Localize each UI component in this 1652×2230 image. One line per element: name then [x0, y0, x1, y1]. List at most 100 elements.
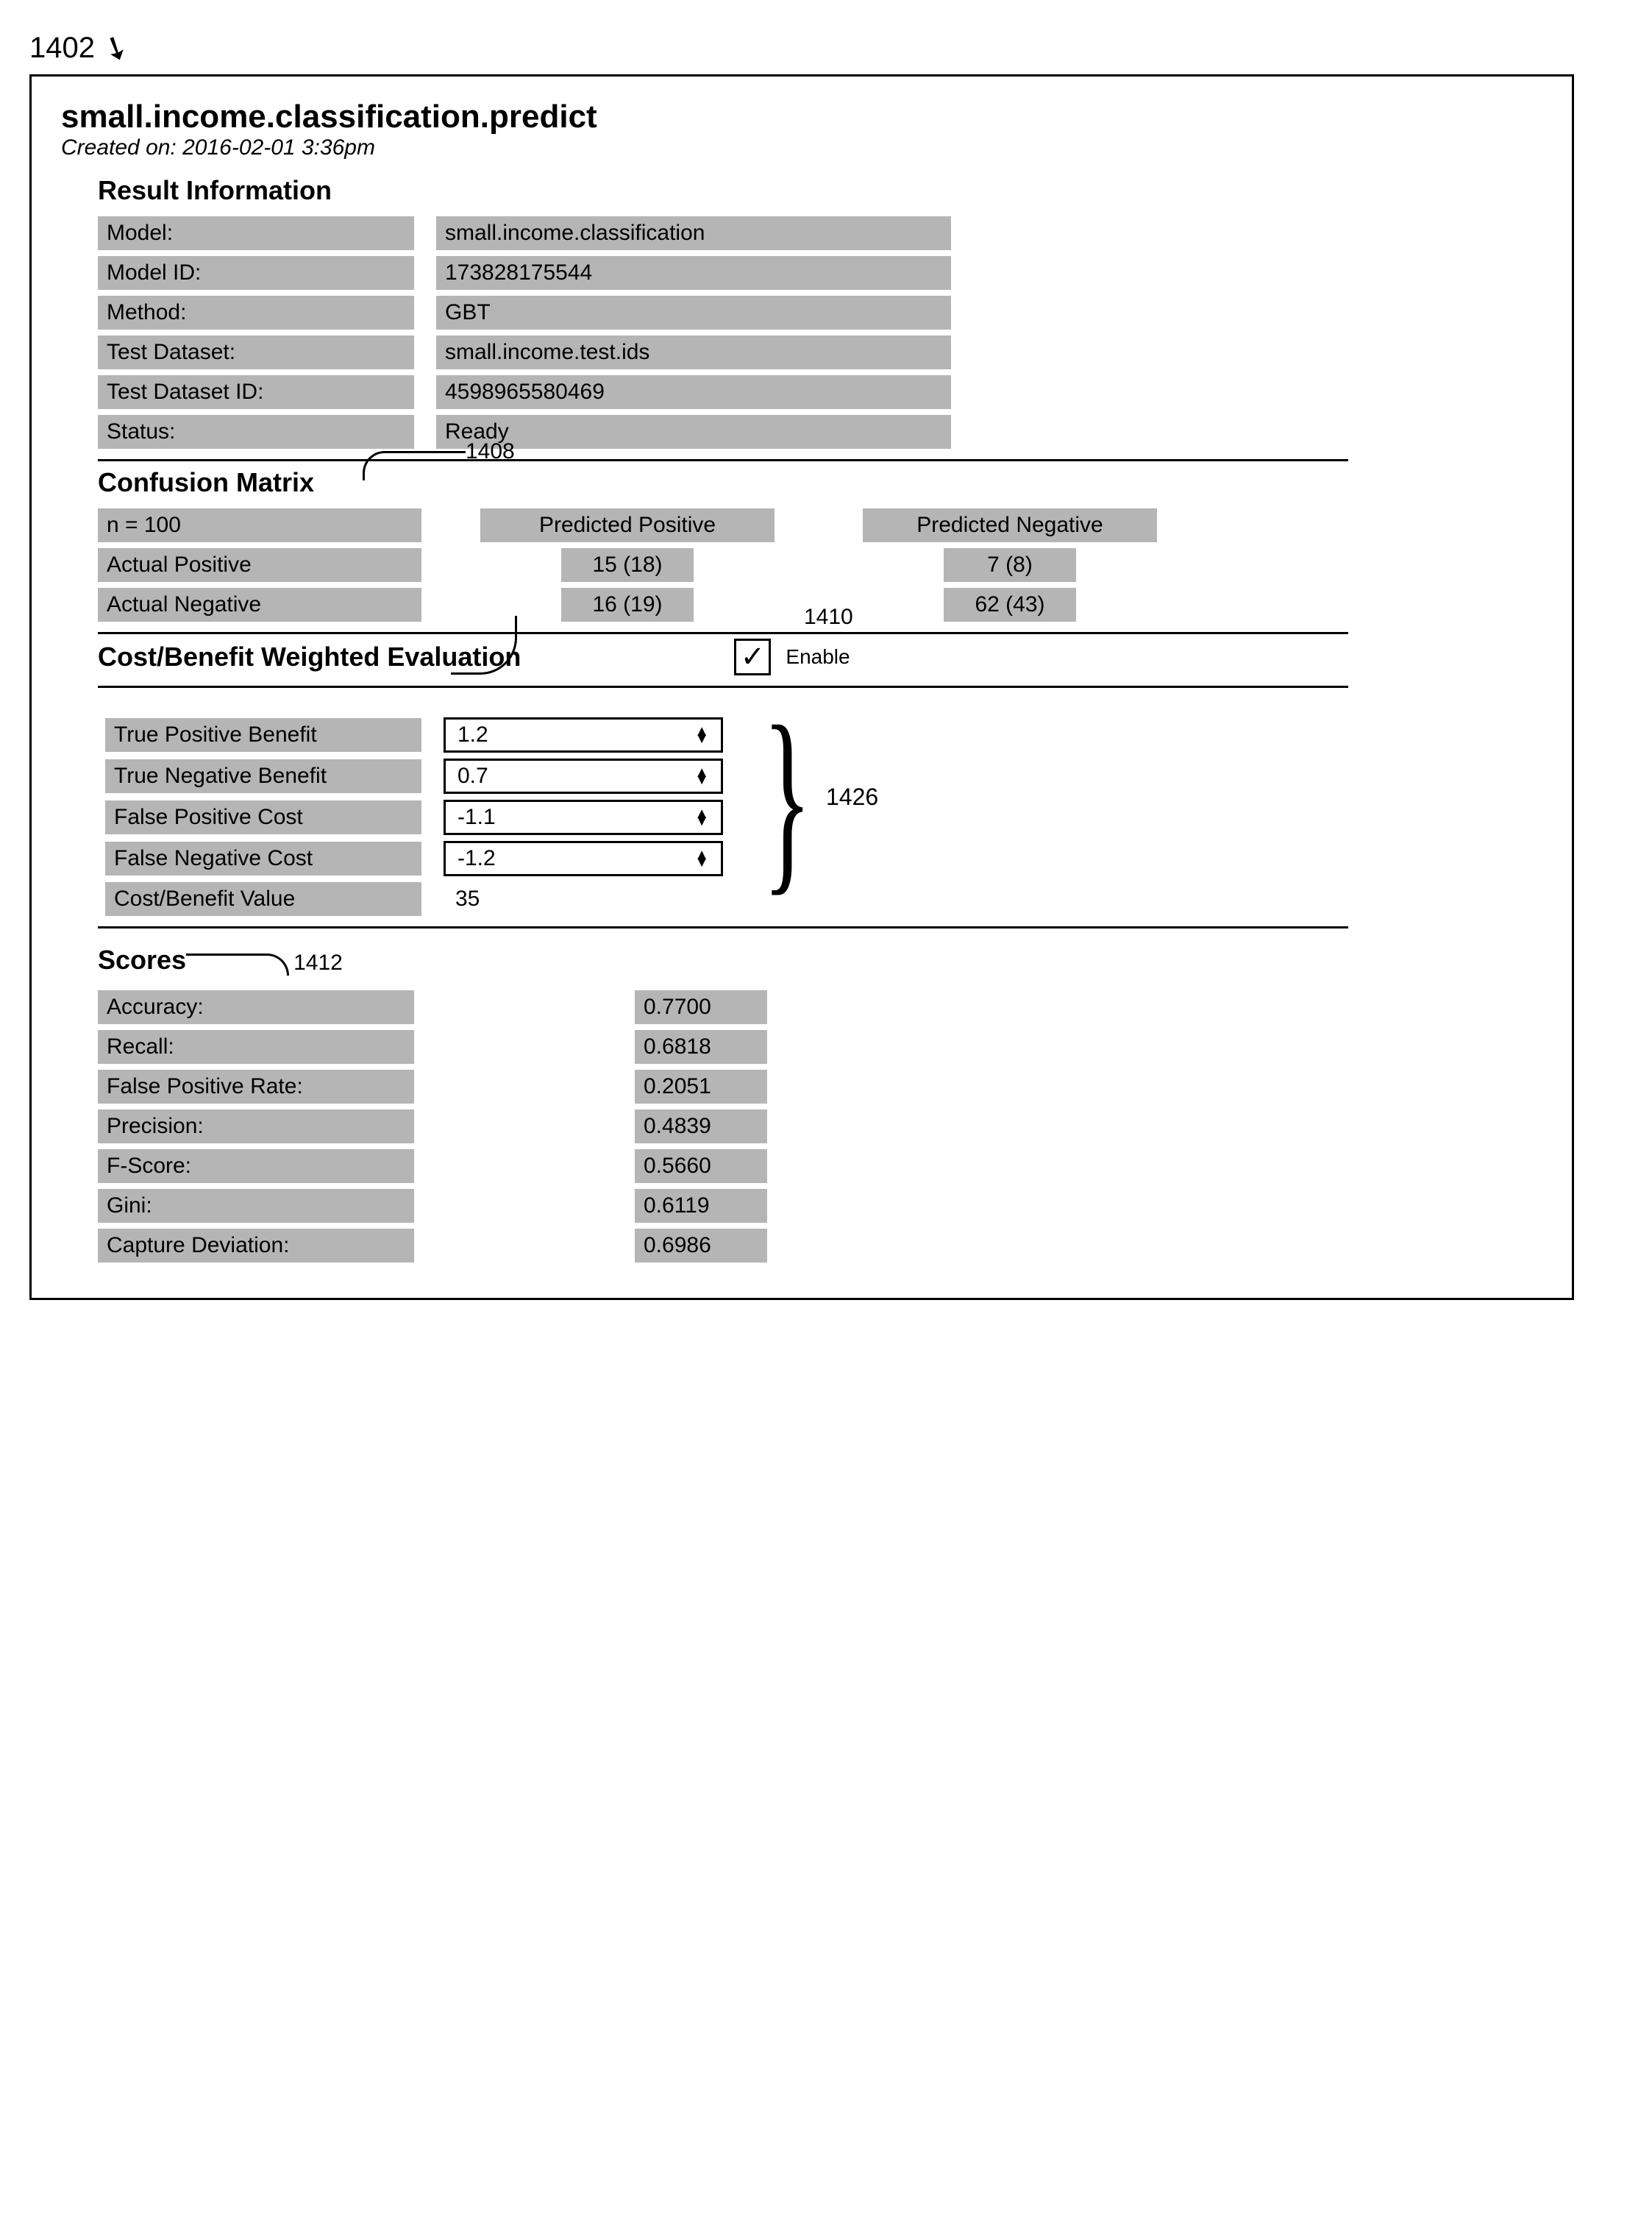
scores-title: Scores — [98, 945, 186, 976]
callout-line — [363, 451, 466, 480]
result-label: Model ID: — [98, 256, 414, 290]
fp-cost-stepper[interactable]: -1.1 ▲▼ — [444, 800, 723, 835]
score-value: 0.6119 — [635, 1189, 767, 1223]
created-value: 2016-02-01 3:36pm — [182, 135, 375, 160]
stepper-value: -1.1 — [457, 805, 496, 830]
cb-header: Cost/Benefit Weighted Evaluation ✓ Enabl… — [98, 639, 1542, 675]
cm-row-pos-label: Actual Positive — [98, 548, 421, 582]
figure-reference: 1402 ➘ — [29, 29, 1623, 67]
divider — [98, 686, 1348, 688]
cb-row-fp: False Positive Cost -1.1 ▲▼ — [105, 800, 1542, 835]
score-row-recall: Recall: 0.6818 — [98, 1030, 1542, 1064]
stepper-value: 0.7 — [457, 764, 488, 789]
cb-row-value: Cost/Benefit Value 35 — [105, 882, 1542, 916]
cm-tp: 15 (18) — [561, 548, 694, 582]
score-label: F-Score: — [98, 1149, 414, 1183]
score-row-fscore: F-Score: 0.5660 — [98, 1149, 1542, 1183]
cb-row-fn: False Negative Cost -1.2 ▲▼ — [105, 841, 1542, 876]
cm-header-row: n = 100 Predicted Positive Predicted Neg… — [98, 508, 1542, 542]
stepper-arrows-icon[interactable]: ▲▼ — [694, 851, 709, 866]
callout-1426: 1426 — [826, 784, 878, 811]
stepper-arrows-icon[interactable]: ▲▼ — [694, 769, 709, 784]
result-info-section: Result Information Model: small.income.c… — [98, 175, 1542, 461]
cost-benefit-section: Cost/Benefit Weighted Evaluation ✓ Enabl… — [98, 639, 1542, 928]
cb-label: False Negative Cost — [105, 842, 421, 876]
result-value: 173828175544 — [436, 256, 951, 290]
figure-ref-number: 1402 — [29, 32, 95, 65]
cb-inputs: } 1426 True Positive Benefit 1.2 ▲▼ True… — [98, 717, 1542, 916]
result-label: Status: — [98, 415, 414, 449]
result-row-model-id: Model ID: 173828175544 — [98, 256, 1542, 290]
cm-col-neg: Predicted Negative — [863, 508, 1157, 542]
result-row-method: Method: GBT — [98, 296, 1542, 330]
score-value: 0.4839 — [635, 1109, 767, 1143]
created-on: Created on: 2016-02-01 3:36pm — [61, 135, 1542, 160]
score-label: Accuracy: — [98, 990, 414, 1024]
result-panel: small.income.classification.predict Crea… — [29, 74, 1574, 1300]
cm-title: Confusion Matrix — [98, 467, 1542, 498]
cb-label: False Positive Cost — [105, 800, 421, 834]
result-label: Test Dataset ID: — [98, 375, 414, 409]
score-value: 0.5660 — [635, 1149, 767, 1183]
brace-icon: } — [763, 695, 812, 901]
fn-cost-stepper[interactable]: -1.2 ▲▼ — [444, 841, 723, 876]
score-row-accuracy: Accuracy: 0.7700 — [98, 990, 1542, 1024]
result-value: small.income.classification — [436, 216, 951, 250]
result-row-dataset-id: Test Dataset ID: 4598965580469 — [98, 375, 1542, 409]
result-row-model: Model: small.income.classification — [98, 216, 1542, 250]
cm-row-actual-positive: Actual Positive 15 (18) 7 (8) — [98, 548, 1542, 582]
page-title: small.income.classification.predict — [61, 99, 1542, 135]
cb-label: True Positive Benefit — [105, 718, 421, 752]
cm-fn: 7 (8) — [944, 548, 1076, 582]
cb-result-label: Cost/Benefit Value — [105, 882, 421, 916]
result-info-title: Result Information — [98, 175, 1542, 206]
cb-row-tn: True Negative Benefit 0.7 ▲▼ — [105, 759, 1542, 794]
cb-result-value: 35 — [444, 887, 723, 912]
cm-n: n = 100 — [98, 508, 421, 542]
result-value: small.income.test.ids — [436, 335, 951, 369]
stepper-value: 1.2 — [457, 722, 488, 748]
stepper-arrows-icon[interactable]: ▲▼ — [694, 810, 709, 825]
score-row-fpr: False Positive Rate: 0.2051 — [98, 1070, 1542, 1104]
tp-benefit-stepper[interactable]: 1.2 ▲▼ — [444, 717, 723, 753]
scores-title-row: Scores 1412 — [98, 933, 1542, 976]
created-label: Created on: — [61, 135, 177, 160]
result-label: Method: — [98, 296, 414, 330]
score-label: Precision: — [98, 1109, 414, 1143]
cb-row-tp: True Positive Benefit 1.2 ▲▼ — [105, 717, 1542, 753]
score-label: False Positive Rate: — [98, 1070, 414, 1104]
cm-col-pos: Predicted Positive — [480, 508, 775, 542]
score-label: Capture Deviation: — [98, 1229, 414, 1263]
callout-1410: 1410 — [804, 605, 853, 630]
scores-section: Scores 1412 Accuracy: 0.7700 Recall: 0.6… — [98, 933, 1542, 1263]
cm-fp: 16 (19) — [561, 588, 694, 622]
cm-row-neg-label: Actual Negative — [98, 588, 421, 622]
confusion-matrix-section: 1408 Confusion Matrix n = 100 Predicted … — [98, 467, 1542, 634]
callout-line — [186, 954, 289, 976]
result-label: Test Dataset: — [98, 335, 414, 369]
result-row-dataset: Test Dataset: small.income.test.ids — [98, 335, 1542, 369]
enable-toggle[interactable]: ✓ Enable — [734, 639, 850, 675]
cm-tn: 62 (43) — [944, 588, 1076, 622]
score-row-capture: Capture Deviation: 0.6986 — [98, 1229, 1542, 1263]
score-value: 0.6986 — [635, 1229, 767, 1263]
result-label: Model: — [98, 216, 414, 250]
cb-title: Cost/Benefit Weighted Evaluation — [98, 642, 521, 672]
score-label: Gini: — [98, 1189, 414, 1223]
score-row-gini: Gini: 0.6119 — [98, 1189, 1542, 1223]
score-value: 0.2051 — [635, 1070, 767, 1104]
checkbox-icon[interactable]: ✓ — [734, 639, 771, 675]
stepper-value: -1.2 — [457, 846, 496, 871]
divider — [98, 926, 1348, 928]
stepper-arrows-icon[interactable]: ▲▼ — [694, 728, 709, 742]
cb-label: True Negative Benefit — [105, 759, 421, 793]
score-row-precision: Precision: 0.4839 — [98, 1109, 1542, 1143]
callout-1408: 1408 — [466, 439, 515, 464]
cm-row-actual-negative: Actual Negative 1410 16 (19) 62 (43) — [98, 588, 1542, 622]
divider — [98, 459, 1348, 461]
score-label: Recall: — [98, 1030, 414, 1064]
result-row-status: Status: Ready — [98, 415, 1542, 449]
tn-benefit-stepper[interactable]: 0.7 ▲▼ — [444, 759, 723, 794]
arrow-icon: ➘ — [96, 26, 136, 71]
callout-1412: 1412 — [293, 951, 343, 976]
